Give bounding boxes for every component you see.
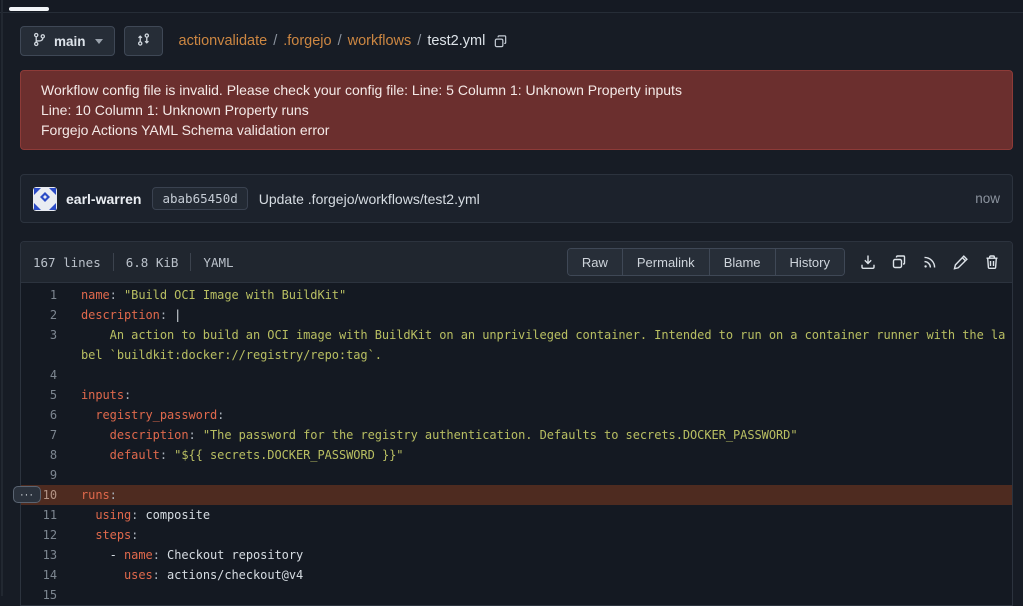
rss-icon[interactable] bbox=[922, 254, 938, 270]
error-banner-line: Forgejo Actions YAML Schema validation e… bbox=[41, 120, 992, 140]
line-content bbox=[57, 465, 1012, 485]
line-content: description: | bbox=[57, 305, 1012, 325]
git-branch-icon bbox=[32, 32, 47, 50]
window-left-edge bbox=[1, 0, 3, 596]
branch-name: main bbox=[54, 34, 86, 49]
line-number[interactable]: 4 bbox=[21, 365, 57, 385]
line-number[interactable]: 6 bbox=[21, 405, 57, 425]
code-view: 1name: "Build OCI Image with BuildKit"2d… bbox=[21, 283, 1012, 605]
line-content: registry_password: bbox=[57, 405, 1012, 425]
commit-time: now bbox=[975, 191, 1000, 206]
code-line: 3 An action to build an OCI image with B… bbox=[21, 325, 1012, 365]
breadcrumb-separator: / bbox=[273, 33, 277, 49]
view-button-raw[interactable]: Raw bbox=[568, 249, 622, 275]
download-icon[interactable] bbox=[860, 254, 876, 270]
branch-selector-button[interactable]: main bbox=[20, 26, 115, 56]
line-number[interactable]: 3 bbox=[21, 325, 57, 365]
avatar[interactable] bbox=[33, 187, 57, 211]
line-content: runs: bbox=[57, 485, 1012, 505]
file-info-divider bbox=[113, 253, 114, 271]
view-button-permalink[interactable]: Permalink bbox=[622, 249, 709, 275]
line-number[interactable]: 12 bbox=[21, 525, 57, 545]
line-content: uses: actions/checkout@v4 bbox=[57, 565, 1012, 585]
code-line: 4 bbox=[21, 365, 1012, 385]
caret-down-icon bbox=[95, 39, 103, 44]
copy-file-icon[interactable] bbox=[891, 254, 907, 270]
line-content bbox=[57, 365, 1012, 385]
line-number[interactable]: 2 bbox=[21, 305, 57, 325]
breadcrumb-current-file: test2.yml bbox=[427, 33, 485, 49]
code-line: 7 description: "The password for the reg… bbox=[21, 425, 1012, 445]
file-info-item: 6.8 KiB bbox=[126, 255, 179, 270]
top-tab-bar bbox=[0, 0, 1023, 13]
line-content: An action to build an OCI image with Bui… bbox=[57, 325, 1012, 365]
line-content: description: "The password for the regis… bbox=[57, 425, 1012, 445]
edit-icon[interactable] bbox=[953, 254, 969, 270]
line-number[interactable]: 7 bbox=[21, 425, 57, 445]
error-banner-line: Workflow config file is invalid. Please … bbox=[41, 80, 992, 100]
line-number[interactable]: 8 bbox=[21, 445, 57, 465]
breadcrumb-link[interactable]: actionvalidate bbox=[179, 33, 268, 49]
line-number[interactable]: 13 bbox=[21, 545, 57, 565]
file-header: 167 lines 6.8 KiB YAML RawPermalinkBlameHi… bbox=[21, 242, 1012, 283]
code-line: 2description: | bbox=[21, 305, 1012, 325]
code-line: 5inputs: bbox=[21, 385, 1012, 405]
line-content: steps: bbox=[57, 525, 1012, 545]
expand-section-button[interactable]: ··· bbox=[13, 486, 41, 503]
file-toolbar: main actionvalidate / .forgejo / workflows / t… bbox=[20, 26, 1013, 56]
commit-message[interactable]: Update .forgejo/workflows/test2.yml bbox=[259, 191, 480, 207]
code-line: 1name: "Build OCI Image with BuildKit" bbox=[21, 285, 1012, 305]
line-content: name: "Build OCI Image with BuildKit" bbox=[57, 285, 1012, 305]
view-button-history[interactable]: History bbox=[775, 249, 844, 275]
delete-icon[interactable] bbox=[984, 254, 1000, 270]
line-content: using: composite bbox=[57, 505, 1012, 525]
repo-file-page: main actionvalidate / .forgejo / workflows / t… bbox=[20, 26, 1013, 606]
breadcrumb-link[interactable]: .forgejo bbox=[283, 33, 331, 49]
file-info-item: 167 lines bbox=[33, 255, 101, 270]
line-number[interactable]: 14 bbox=[21, 565, 57, 585]
code-line: 13 - name: Checkout repository bbox=[21, 545, 1012, 565]
latest-commit-bar: earl-warren abab65450d Update .forgejo/w… bbox=[20, 174, 1013, 223]
error-banner-line: Line: 10 Column 1: Unknown Property runs bbox=[41, 100, 992, 120]
breadcrumb-link[interactable]: workflows bbox=[348, 33, 412, 49]
code-line: ···10runs: bbox=[21, 485, 1012, 505]
file-info-item: YAML bbox=[203, 255, 233, 270]
line-content: inputs: bbox=[57, 385, 1012, 405]
line-number[interactable]: 5 bbox=[21, 385, 57, 405]
commit-sha-badge[interactable]: abab65450d bbox=[152, 187, 247, 210]
breadcrumb: actionvalidate / .forgejo / workflows / test2.… bbox=[179, 33, 486, 49]
code-line: 11 using: composite bbox=[21, 505, 1012, 525]
line-content: default: "${{ secrets.DOCKER_PASSWORD }}… bbox=[57, 445, 1012, 465]
breadcrumb-separator: / bbox=[338, 33, 342, 49]
compare-button[interactable] bbox=[124, 26, 163, 56]
code-line: 6 registry_password: bbox=[21, 405, 1012, 425]
file-info: 167 lines 6.8 KiB YAML bbox=[33, 253, 234, 271]
line-content: - name: Checkout repository bbox=[57, 545, 1012, 565]
code-line: 14 uses: actions/checkout@v4 bbox=[21, 565, 1012, 585]
code-line: 9 bbox=[21, 465, 1012, 485]
commit-author[interactable]: earl-warren bbox=[66, 191, 141, 207]
view-button-blame[interactable]: Blame bbox=[709, 249, 775, 275]
line-number[interactable]: 11 bbox=[21, 505, 57, 525]
line-number[interactable]: 15 bbox=[21, 585, 57, 605]
code-line: 8 default: "${{ secrets.DOCKER_PASSWORD … bbox=[21, 445, 1012, 465]
file-info-divider bbox=[190, 253, 191, 271]
line-content bbox=[57, 585, 1012, 605]
workflow-error-banner: Workflow config file is invalid. Please … bbox=[20, 70, 1013, 150]
line-number[interactable]: 1 bbox=[21, 285, 57, 305]
breadcrumb-separator: / bbox=[417, 33, 421, 49]
file-view-card: 167 lines 6.8 KiB YAML RawPermalinkBlameHi… bbox=[20, 241, 1013, 606]
git-compare-icon bbox=[136, 32, 151, 50]
copy-path-icon[interactable] bbox=[493, 34, 508, 49]
active-tab-indicator bbox=[9, 7, 49, 11]
line-number[interactable]: 9 bbox=[21, 465, 57, 485]
code-line: 15 bbox=[21, 585, 1012, 605]
view-button-group: RawPermalinkBlameHistory bbox=[567, 248, 845, 276]
code-line: 12 steps: bbox=[21, 525, 1012, 545]
